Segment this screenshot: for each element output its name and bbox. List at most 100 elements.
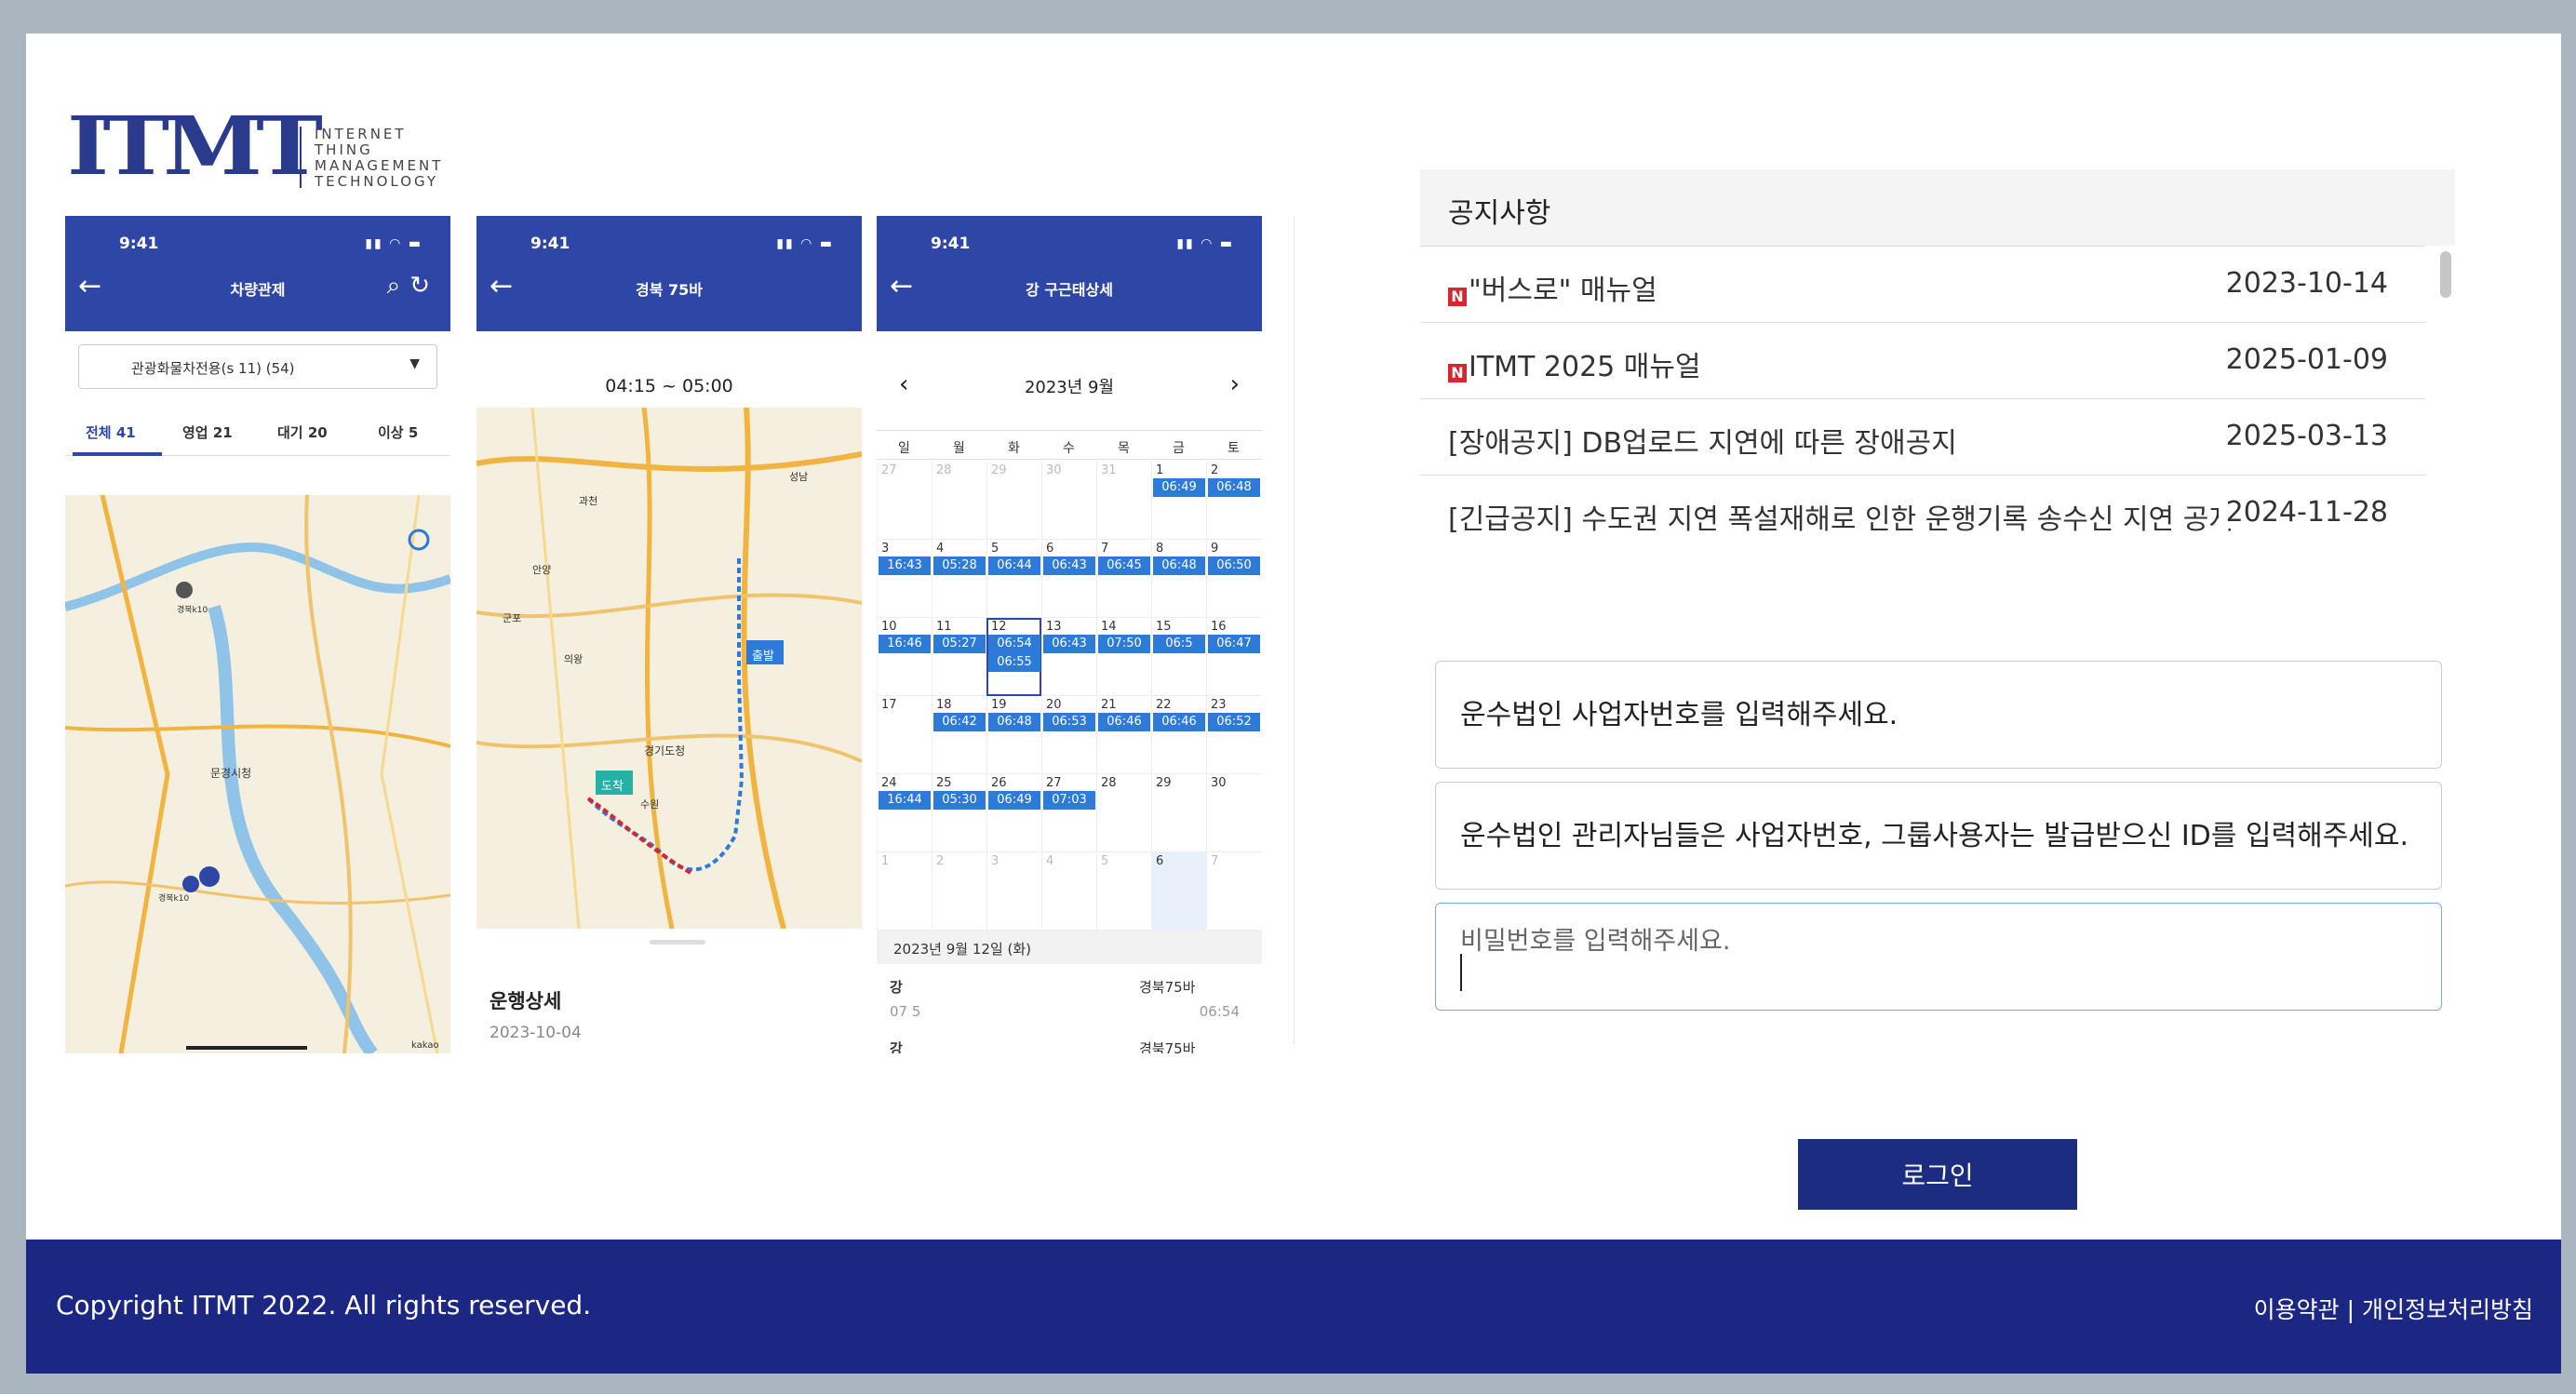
calendar-day[interactable]: 22 06:46 xyxy=(1151,696,1206,774)
attendance-event: 06:5 xyxy=(1153,635,1205,653)
tab-abnormal: 이상 5 xyxy=(378,424,419,441)
logo-word: INTERNET xyxy=(315,126,407,142)
link-separator: | xyxy=(2346,1296,2355,1323)
notice-text[interactable]: ITMT 2025 매뉴얼 xyxy=(1469,351,1701,383)
calendar-day[interactable]: 21 06:46 xyxy=(1096,696,1151,774)
attendance-event: 06:44 xyxy=(988,556,1040,575)
calendar-day[interactable]: 10 16:46 xyxy=(877,618,932,696)
calendar-day[interactable]: 6 06:43 xyxy=(1041,540,1096,618)
calendar-day[interactable]: 2 xyxy=(932,852,986,931)
logo-words: INTERNET THING MANAGEMENT TECHNOLOGY xyxy=(315,127,443,190)
detail-title: 운행상세 xyxy=(490,990,562,1012)
map-label: 군포 xyxy=(503,612,522,624)
calendar-day[interactable]: 4 05:28 xyxy=(932,540,986,618)
weekday-label: 목 xyxy=(1118,441,1130,456)
calendar-day[interactable]: 26 06:49 xyxy=(986,774,1041,852)
tab-all: 전체 41 xyxy=(86,424,136,441)
calendar-day[interactable]: 23 06:52 xyxy=(1206,696,1261,774)
status-tabs: 전체 41 영업 21 대기 20 이상 5 xyxy=(65,402,450,456)
tab-indicator xyxy=(73,452,162,456)
calendar-day[interactable]: 16 06:47 xyxy=(1206,618,1261,696)
calendar-day[interactable]: 5 xyxy=(1096,852,1151,931)
app-screenshots: 9:41 ▮▮ ◠ ▬ ← 차량관제 ⌕↻ 관광화물차전용(s 11) (54)… xyxy=(65,216,1266,1053)
calendar-day[interactable]: 9 06:50 xyxy=(1206,540,1261,618)
calendar-day[interactable]: 30 xyxy=(1041,462,1096,540)
notice-item[interactable]: N ITMT 2025 매뉴얼 2025-01-09 xyxy=(1420,322,2425,398)
login-button[interactable]: 로그인 xyxy=(1798,1139,2077,1210)
calendar-day[interactable]: 15 06:5 xyxy=(1151,618,1206,696)
calendar-day[interactable]: 5 06:44 xyxy=(986,540,1041,618)
day-number: 3 xyxy=(881,542,890,556)
calendar-day[interactable]: 3 16:43 xyxy=(877,540,932,618)
calendar-day[interactable]: 2 06:48 xyxy=(1206,462,1261,540)
calendar-day[interactable]: 28 xyxy=(1096,774,1151,852)
attendance-event: 06:48 xyxy=(1153,556,1205,575)
notice-item[interactable]: [긴급공지] 수도권 지연 폭설재해로 인한 운행기록 송수신 지연 공지 20… xyxy=(1420,475,2425,551)
calendar-day[interactable]: 7 xyxy=(1206,852,1261,931)
calendar-day[interactable]: 1 06:49 xyxy=(1151,462,1206,540)
user-id-input[interactable] xyxy=(1460,783,2419,889)
calendar-day[interactable]: 11 05:27 xyxy=(932,618,986,696)
calendar-day[interactable]: 25 05:30 xyxy=(932,774,986,852)
calendar-day[interactable]: 6 xyxy=(1151,852,1206,931)
notice-item[interactable]: N "버스로" 매뉴얼 2023-10-14 xyxy=(1420,246,2425,322)
calendar-day[interactable]: 1 xyxy=(877,852,932,931)
app-header: 9:41 ▮▮ ◠ ▬ ← 강 구근태상세 xyxy=(877,216,1262,331)
password-input[interactable] xyxy=(1460,922,2419,959)
logo-divider xyxy=(300,127,302,188)
day-number: 15 xyxy=(1156,620,1172,634)
day-number: 20 xyxy=(1046,698,1062,712)
user-id-field[interactable] xyxy=(1435,782,2442,890)
calendar-day[interactable]: 28 xyxy=(932,462,986,540)
attendance-event: 06:46 xyxy=(1098,713,1150,731)
screen-title: 강 구근태상세 xyxy=(1026,281,1113,299)
calendar-day[interactable]: 20 06:53 xyxy=(1041,696,1096,774)
business-number-field[interactable] xyxy=(1435,661,2442,769)
calendar-day[interactable]: 18 06:42 xyxy=(932,696,986,774)
notice-text[interactable]: "버스로" 매뉴얼 xyxy=(1469,275,1657,307)
day-number: 27 xyxy=(1046,776,1062,790)
calendar-day[interactable]: 17 xyxy=(877,696,932,774)
calendar-day[interactable]: 3 xyxy=(986,852,1041,931)
status-time: 9:41 xyxy=(119,235,159,253)
day-number: 25 xyxy=(936,776,952,790)
notice-scrollbar[interactable] xyxy=(2440,251,2451,298)
calendar-day[interactable]: 8 06:48 xyxy=(1151,540,1206,618)
day-number: 29 xyxy=(991,463,1007,477)
calendar-day[interactable]: 30 xyxy=(1206,774,1261,852)
day-number: 1 xyxy=(1156,463,1164,477)
notice-text[interactable]: [긴급공지] 수도권 지연 폭설재해로 인한 운행기록 송수신 지연 공지 xyxy=(1448,496,2234,537)
day-number: 5 xyxy=(1101,854,1109,868)
text-cursor xyxy=(1460,954,1462,991)
day-number: 4 xyxy=(936,542,945,556)
route-map: 출발 도착 경기도청 과천 안양 군포 의왕 수원 성남 xyxy=(476,408,862,929)
terms-link[interactable]: 이용약관 xyxy=(2254,1296,2340,1323)
calendar-day[interactable]: 4 xyxy=(1041,852,1096,931)
calendar-day[interactable]: 12 06:54 06:55 xyxy=(986,618,1041,696)
new-badge: N xyxy=(1448,288,1467,306)
calendar-day[interactable]: 19 06:48 xyxy=(986,696,1041,774)
calendar-day[interactable]: 7 06:45 xyxy=(1096,540,1151,618)
status-time: 9:41 xyxy=(530,235,570,253)
attendance-event: 05:30 xyxy=(933,791,986,810)
notice-text[interactable]: [장애공지] DB업로드 지연에 따른 장애공지 xyxy=(1448,420,1957,461)
calendar-day[interactable]: 27 xyxy=(877,462,932,540)
calendar-day[interactable]: 29 xyxy=(1151,774,1206,852)
attendance-event: 06:45 xyxy=(1098,556,1150,575)
map-label: 수원 xyxy=(640,798,660,811)
status-icons: ▮▮ ◠ ▬ xyxy=(1176,236,1234,251)
calendar-day[interactable]: 14 07:50 xyxy=(1096,618,1151,696)
calendar-day[interactable]: 27 07:03 xyxy=(1041,774,1096,852)
password-field[interactable] xyxy=(1435,903,2442,1011)
calendar-day[interactable]: 24 16:44 xyxy=(877,774,932,852)
business-number-input[interactable] xyxy=(1460,662,2419,768)
chevron-right-icon: › xyxy=(1229,370,1240,398)
calendar-day[interactable]: 31 xyxy=(1096,462,1151,540)
calendar-day[interactable]: 29 xyxy=(986,462,1041,540)
notice-item[interactable]: [장애공지] DB업로드 지연에 따른 장애공지 2025-03-13 xyxy=(1420,398,2425,475)
calendar-day[interactable]: 13 06:43 xyxy=(1041,618,1096,696)
attendance-event: 06:50 xyxy=(1208,556,1260,575)
notice-title: 공지사항 xyxy=(1420,169,2455,246)
privacy-link[interactable]: 개인정보처리방침 xyxy=(2362,1296,2533,1323)
day-number: 28 xyxy=(1101,776,1117,790)
